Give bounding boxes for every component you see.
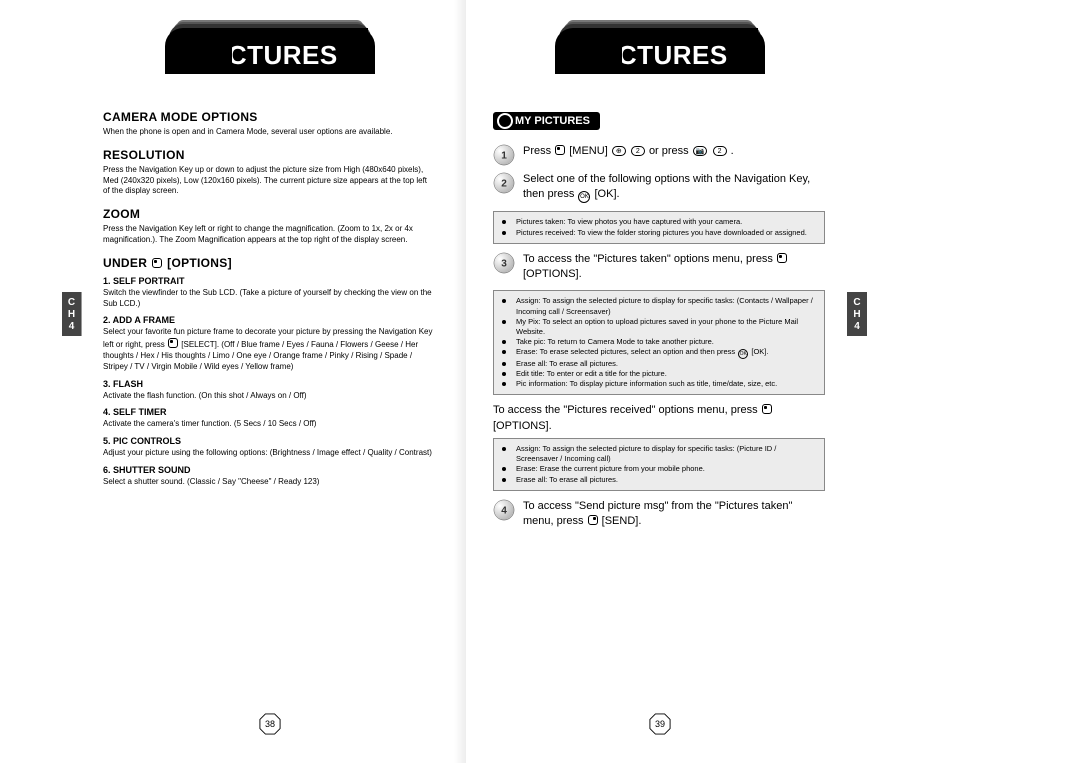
- step2-text: Select one of the following options with…: [523, 173, 810, 200]
- opt5-heading: 5. PIC CONTROLS: [103, 436, 435, 446]
- resolution-body: Press the Navigation Key up or down to a…: [103, 165, 435, 197]
- opt4-heading: 4. SELF TIMER: [103, 407, 435, 417]
- step-num-4-icon: 4: [493, 499, 515, 519]
- box3-item-3: Erase all: To erase all pictures.: [510, 475, 816, 485]
- box2-item-3: Take pic: To return to Camera Mode to ta…: [510, 337, 816, 347]
- box2-item-4: Erase: To erase selected pictures, selec…: [510, 347, 816, 359]
- box1-item-2: Pictures received: To view the folder st…: [510, 228, 816, 238]
- step-2: 2 Select one of the following options wi…: [493, 172, 825, 203]
- step1-menu: [MENU]: [569, 145, 608, 157]
- opt4-body: Activate the camera's timer function. (5…: [103, 419, 435, 430]
- left-softkey-icon: [168, 338, 178, 348]
- box3-item-1: Assign: To assign the selected picture t…: [510, 444, 816, 464]
- step-1: 1 Press [MENU] ⊕ 2 or press 📷 2 .: [493, 144, 825, 164]
- step-num-3-icon: 3: [493, 252, 515, 272]
- options-label: [OPTIONS]: [167, 256, 232, 270]
- box2-item-1: Assign: To assign the selected picture t…: [510, 296, 816, 316]
- ok-key-icon: OK: [578, 191, 590, 203]
- svg-text:3: 3: [501, 258, 507, 269]
- chapter-tab-left: CH4: [62, 292, 82, 336]
- opt3-heading: 3. FLASH: [103, 379, 435, 389]
- opt5-body: Adjust your picture using the following …: [103, 448, 435, 459]
- opt1-body: Switch the viewfinder to the Sub LCD. (T…: [103, 288, 435, 310]
- svg-text:2: 2: [501, 179, 507, 190]
- left-content: CAMERA MODE OPTIONS When the phone is op…: [103, 110, 435, 488]
- left-softkey-icon: [762, 404, 772, 414]
- box2-item-2: My Pix: To select an option to upload pi…: [510, 317, 816, 337]
- step3-options: [OPTIONS].: [523, 268, 582, 280]
- step2-ok: [OK].: [595, 188, 620, 200]
- step4-send: [SEND].: [602, 515, 642, 527]
- my-pictures-section: MY PICTURES: [493, 112, 600, 130]
- svg-text:1: 1: [501, 151, 507, 162]
- key-nav-icon: ⊕: [612, 146, 626, 156]
- resolution-heading: RESOLUTION: [103, 148, 435, 162]
- step-4: 4 To access "Send picture msg" from the …: [493, 499, 825, 530]
- under-options-heading: UNDER [OPTIONS]: [103, 256, 435, 270]
- left-softkey-icon: [777, 253, 787, 263]
- box1-item-1: Pictures taken: To view photos you have …: [510, 217, 816, 227]
- info-box-2: Assign: To assign the selected picture t…: [493, 290, 825, 395]
- key-2-icon: 2: [713, 146, 727, 156]
- step-num-1-icon: 1: [493, 144, 515, 164]
- step1-dot: .: [731, 145, 734, 157]
- page-header-right: PICTURES: [555, 28, 765, 74]
- opt2-body: Select your favorite fun picture frame t…: [103, 327, 435, 372]
- step-3: 3 To access the "Pictures taken" options…: [493, 252, 825, 283]
- opt1-heading: 1. SELF PORTRAIT: [103, 276, 435, 286]
- opt3-body: Activate the flash function. (On this sh…: [103, 391, 435, 402]
- opt2-heading: 2. ADD A FRAME: [103, 315, 435, 325]
- zoom-heading: ZOOM: [103, 207, 435, 221]
- opt6-heading: 6. SHUTTER SOUND: [103, 465, 435, 475]
- left-softkey-icon: [152, 258, 162, 268]
- page-spread: PICTURES CAMERA MODE OPTIONS When the ph…: [0, 0, 1080, 763]
- page-39: PICTURES MY PICTURES 1 Press [MENU] ⊕ 2 …: [465, 0, 855, 763]
- pictures-received-text: To access the "Pictures received" option…: [493, 403, 825, 434]
- page-header-left: PICTURES: [165, 28, 375, 74]
- right-softkey-icon: [588, 515, 598, 525]
- key-2-icon: 2: [631, 146, 645, 156]
- right-content: MY PICTURES 1 Press [MENU] ⊕ 2 or press …: [493, 110, 825, 529]
- step-num-2-icon: 2: [493, 172, 515, 192]
- zoom-body: Press the Navigation Key left or right t…: [103, 224, 435, 246]
- step4-text: To access "Send picture msg" from the "P…: [523, 500, 792, 527]
- svg-text:4: 4: [501, 505, 507, 516]
- key-camera-icon: 📷: [693, 146, 708, 156]
- step1-text-c: or press: [649, 145, 689, 157]
- left-softkey-icon: [555, 145, 565, 155]
- box2-item-7: Pic information: To display picture info…: [510, 379, 816, 389]
- info-box-1: Pictures taken: To view photos you have …: [493, 211, 825, 243]
- info-box-3: Assign: To assign the selected picture t…: [493, 438, 825, 491]
- page-number-38: 38: [259, 713, 281, 735]
- ok-key-icon: OK: [738, 349, 748, 359]
- step3-text: To access the "Pictures taken" options m…: [523, 253, 773, 265]
- page-38: PICTURES CAMERA MODE OPTIONS When the ph…: [75, 0, 465, 763]
- box2-item-5: Erase all: To erase all pictures.: [510, 359, 816, 369]
- page-number-39: 39: [649, 713, 671, 735]
- step1-text-a: Press: [523, 145, 551, 157]
- under-label: UNDER: [103, 256, 147, 270]
- box3-item-2: Erase: Erase the current picture from yo…: [510, 464, 816, 474]
- camera-mode-heading: CAMERA MODE OPTIONS: [103, 110, 435, 124]
- camera-mode-intro: When the phone is open and in Camera Mod…: [103, 127, 435, 138]
- opt6-body: Select a shutter sound. (Classic / Say "…: [103, 477, 435, 488]
- box2-item-6: Edit title: To enter or edit a title for…: [510, 369, 816, 379]
